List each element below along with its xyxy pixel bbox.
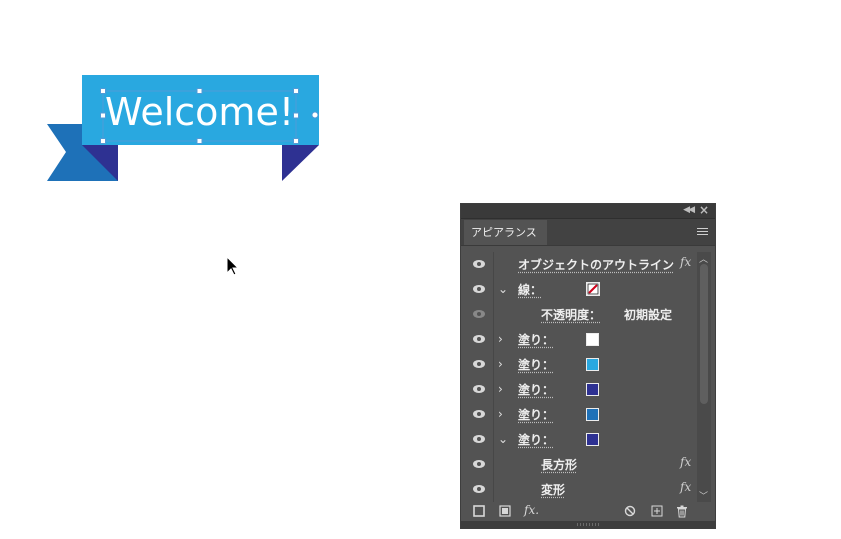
tab-appearance[interactable]: アピアランス [464, 220, 547, 245]
chevron-right-icon[interactable]: › [498, 332, 503, 346]
vertical-scrollbar[interactable]: ︿ ﹀ [697, 252, 711, 502]
chevron-right-icon[interactable]: › [498, 357, 503, 371]
clear-appearance-icon[interactable] [624, 505, 636, 517]
row-label[interactable]: 塗り： [518, 356, 554, 373]
close-icon[interactable]: × [699, 203, 709, 217]
visibility-eye-icon[interactable] [472, 459, 486, 469]
appearance-row-fill[interactable]: › 塗り： [461, 352, 695, 377]
fill-swatch[interactable] [586, 333, 599, 346]
fill-swatch[interactable] [586, 433, 599, 446]
visibility-eye-icon[interactable] [472, 309, 486, 319]
delete-icon[interactable] [676, 505, 688, 518]
selection-handle[interactable] [100, 138, 106, 144]
ribbon-right-fold[interactable] [282, 145, 319, 181]
chevron-right-icon[interactable]: › [498, 407, 503, 421]
panel-menu-icon[interactable] [697, 228, 708, 236]
panel-tab-strip: アピアランス [461, 219, 715, 246]
fx-icon[interactable]: fx [680, 455, 691, 469]
appearance-row-object[interactable]: オブジェクトのアウトライン fx [461, 252, 695, 277]
row-label[interactable]: 変形 [541, 481, 565, 498]
row-label[interactable]: 塗り： [518, 331, 554, 348]
appearance-row-opacity[interactable]: 不透明度： 初期設定 [461, 302, 695, 327]
add-effect-icon[interactable]: fx. [524, 503, 539, 517]
text-out-port[interactable] [311, 111, 319, 119]
appearance-row-effect[interactable]: 変形 fx [461, 477, 695, 502]
panel-resize-grip[interactable] [461, 521, 715, 528]
fx-icon[interactable]: fx [680, 255, 691, 269]
selection-handle[interactable] [100, 112, 106, 119]
selection-handle[interactable] [196, 138, 203, 144]
appearance-panel: ◀◀ × アピアランス オブジェクトのアウトライン fx ⌄ 線： 不透明度： … [460, 203, 716, 529]
collapse-panel-icon[interactable]: ◀◀ [683, 205, 695, 215]
selection-handle[interactable] [293, 138, 299, 144]
fx-icon[interactable]: fx [680, 480, 691, 494]
visibility-eye-icon[interactable] [472, 384, 486, 394]
fill-swatch[interactable] [586, 358, 599, 371]
mouse-pointer-icon [226, 256, 240, 276]
selection-handle[interactable] [293, 88, 299, 94]
appearance-list: オブジェクトのアウトライン fx ⌄ 線： 不透明度： 初期設定 › 塗り： ›… [461, 252, 695, 502]
appearance-row-effect[interactable]: 長方形 fx [461, 452, 695, 477]
row-label[interactable]: 線： [518, 281, 542, 298]
appearance-row-fill[interactable]: ⌄ 塗り： [461, 427, 695, 452]
stroke-none-swatch[interactable] [586, 282, 600, 296]
chevron-down-icon[interactable]: ⌄ [498, 432, 508, 446]
scroll-thumb[interactable] [700, 264, 708, 404]
row-label[interactable]: 塗り： [518, 406, 554, 423]
selection-handle[interactable] [196, 88, 203, 94]
appearance-row-fill[interactable]: › 塗り： [461, 327, 695, 352]
appearance-row-fill[interactable]: › 塗り： [461, 402, 695, 427]
fill-swatch[interactable] [586, 383, 599, 396]
chevron-down-icon[interactable]: ⌄ [498, 282, 508, 296]
banner-text[interactable]: Welcome! [105, 90, 294, 134]
row-label[interactable]: オブジェクトのアウトライン [518, 256, 674, 273]
visibility-eye-icon[interactable] [472, 334, 486, 344]
row-label[interactable]: 塗り： [518, 431, 554, 448]
add-new-stroke-icon[interactable] [473, 505, 485, 517]
selection-handle[interactable] [293, 112, 299, 119]
panel-bottom-toolbar: fx. [461, 502, 715, 522]
duplicate-item-icon[interactable] [651, 505, 663, 517]
visibility-eye-icon[interactable] [472, 259, 486, 269]
appearance-row-fill[interactable]: › 塗り： [461, 377, 695, 402]
appearance-row-stroke[interactable]: ⌄ 線： [461, 277, 695, 302]
chevron-right-icon[interactable]: › [498, 382, 503, 396]
row-label[interactable]: 長方形 [541, 456, 577, 473]
visibility-eye-icon[interactable] [472, 484, 486, 494]
visibility-eye-icon[interactable] [472, 284, 486, 294]
visibility-eye-icon[interactable] [472, 434, 486, 444]
panel-title-bar[interactable]: ◀◀ × [461, 203, 715, 219]
selection-handle[interactable] [100, 88, 106, 94]
row-label[interactable]: 不透明度： [541, 306, 601, 323]
add-new-fill-icon[interactable] [499, 505, 511, 517]
visibility-eye-icon[interactable] [472, 359, 486, 369]
row-label[interactable]: 塗り： [518, 381, 554, 398]
visibility-eye-icon[interactable] [472, 409, 486, 419]
opacity-value: 初期設定 [624, 308, 673, 322]
fill-swatch[interactable] [586, 408, 599, 421]
scroll-down-icon[interactable]: ﹀ [699, 489, 708, 502]
